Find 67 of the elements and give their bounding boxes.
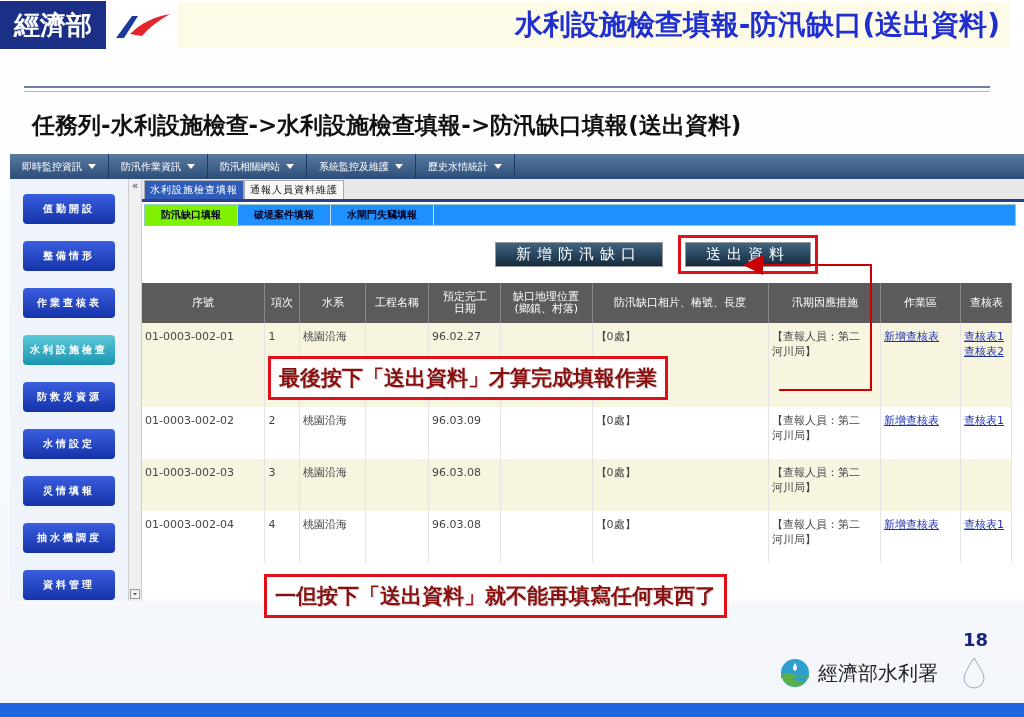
water-drop-icon bbox=[962, 657, 986, 689]
column-header: 項次 bbox=[264, 283, 300, 323]
sidebar-button[interactable]: 值勤開設 bbox=[23, 194, 115, 224]
caret-icon bbox=[286, 164, 294, 169]
sidebar-button[interactable]: 水情設定 bbox=[23, 429, 115, 459]
table-cell: 01-0003-002-01 bbox=[142, 323, 265, 407]
ministry-logo: 經濟部 bbox=[0, 1, 106, 49]
table-cell: 桃園沿海 bbox=[299, 511, 366, 563]
checklist-link[interactable]: 查核表1 bbox=[964, 413, 1008, 428]
slide-title: 水利設施檢查填報-防汛缺口(送出資料) bbox=[178, 2, 1010, 48]
table-cell: 01-0003-002-02 bbox=[142, 407, 265, 459]
collapse-toggle[interactable]: « bbox=[131, 179, 139, 192]
table-cell: 96.03.08 bbox=[428, 511, 501, 563]
table-cell: 【0處】 bbox=[592, 459, 769, 511]
add-checklist-link[interactable]: 新增查核表 bbox=[884, 330, 940, 343]
column-header: 缺口地理位置 (鄉鎮、村落) bbox=[500, 283, 593, 323]
table-cell: 【查報人員：第二河川局】 bbox=[768, 323, 881, 407]
table-cell: 01-0003-002-03 bbox=[142, 459, 265, 511]
table-cell: 2 bbox=[264, 407, 300, 459]
column-header: 序號 bbox=[142, 283, 265, 323]
agency-name: 經濟部水利署 bbox=[818, 659, 938, 687]
sidebar-button[interactable]: 作業查核表 bbox=[23, 288, 115, 318]
column-header: 查核表 bbox=[960, 283, 1012, 323]
sidebar-button[interactable]: 資料管理 bbox=[23, 570, 115, 600]
subtab[interactable]: 水閘門失竊填報 bbox=[331, 205, 434, 225]
scroll-down-icon[interactable] bbox=[130, 589, 140, 599]
table-cell: 【查報人員：第二河川局】 bbox=[768, 459, 881, 511]
callout-box: 最後按下「送出資料」才算完成填報作業 bbox=[268, 356, 668, 400]
table-cell: 96.03.09 bbox=[428, 407, 501, 459]
column-header: 水系 bbox=[299, 283, 366, 323]
checklist-link[interactable]: 查核表1 bbox=[964, 329, 1008, 344]
caret-icon bbox=[88, 164, 96, 169]
column-header: 防汛缺口相片、樁號、長度 bbox=[592, 283, 769, 323]
table-cell: 桃園沿海 bbox=[299, 407, 366, 459]
add-checklist-link[interactable]: 新增查核表 bbox=[884, 414, 940, 427]
table-cell: 【查報人員：第二河川局】 bbox=[768, 511, 881, 563]
table-cell: 01-0003-002-04 bbox=[142, 511, 265, 563]
subtab[interactable]: 防汛缺口填報 bbox=[145, 205, 238, 225]
callout-box: 一但按下「送出資料」就不能再填寫任何東西了 bbox=[264, 574, 727, 618]
caret-icon bbox=[494, 164, 502, 169]
add-checklist-link[interactable]: 新增查核表 bbox=[884, 518, 940, 531]
slide-subtitle: 任務列-水利設施檢查->水利設施檢查填報->防汛缺口填報(送出資料) bbox=[30, 111, 743, 140]
table-cell: 3 bbox=[264, 459, 300, 511]
sidebar-button[interactable]: 防救災資源 bbox=[23, 382, 115, 412]
sidebar-button[interactable]: 災情填報 bbox=[23, 476, 115, 506]
checklist-link[interactable]: 查核表1 bbox=[964, 517, 1008, 532]
sidebar-button[interactable]: 整備情形 bbox=[23, 241, 115, 271]
table-cell: 桃園沿海 bbox=[299, 459, 366, 511]
column-header: 工程名稱 bbox=[365, 283, 429, 323]
caret-icon bbox=[187, 164, 195, 169]
caret-icon bbox=[395, 164, 403, 169]
table-cell: 96.03.08 bbox=[428, 459, 501, 511]
table-cell: 【查報人員：第二河川局】 bbox=[768, 407, 881, 459]
subtab[interactable]: 破堤案件填報 bbox=[238, 205, 331, 225]
table-cell: 【0處】 bbox=[592, 407, 769, 459]
sidebar-button[interactable]: 抽水機調度 bbox=[23, 523, 115, 553]
agency-logo-icon bbox=[780, 658, 810, 688]
column-header: 汛期因應措施 bbox=[768, 283, 881, 323]
action-button[interactable]: 新增防汛缺口 bbox=[495, 242, 663, 267]
column-header: 預定完工 日期 bbox=[428, 283, 501, 323]
column-header: 作業區 bbox=[880, 283, 961, 323]
page-number: 18 bbox=[962, 629, 988, 650]
tab[interactable]: 水利設施檢查填報 bbox=[144, 180, 244, 199]
tab[interactable]: 通報人員資料維護 bbox=[244, 180, 344, 199]
table-cell: 4 bbox=[264, 511, 300, 563]
checklist-link[interactable]: 查核表2 bbox=[964, 344, 1008, 359]
table-cell: 【0處】 bbox=[592, 511, 769, 563]
